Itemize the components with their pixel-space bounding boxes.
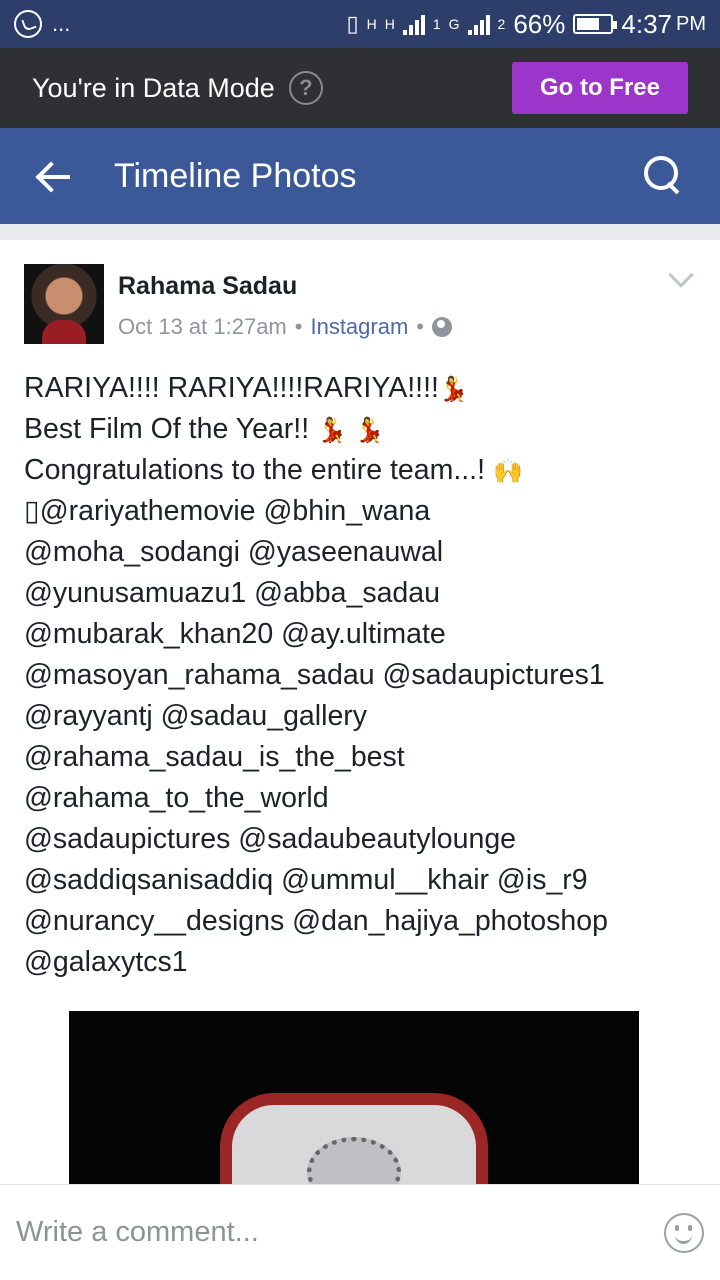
meta-separator-2: • [416, 314, 424, 339]
mention-line[interactable]: @nurancy__designs @dan_hajiya_photoshop [24, 901, 696, 942]
mention-line[interactable]: @rahama_sadau_is_the_best [24, 737, 696, 778]
post-header: Rahama Sadau Oct 13 at 1:27am • Instagra… [24, 262, 696, 346]
network-h1: H [366, 16, 377, 32]
chevron-down-icon[interactable] [668, 262, 694, 288]
search-icon[interactable] [642, 154, 686, 198]
globe-icon [432, 317, 452, 337]
post-source[interactable]: Instagram [310, 314, 408, 340]
mention-line[interactable]: @mubarak_khan20 @ay.ultimate [24, 614, 696, 655]
post-line: Best Film Of the Year!! 💃 💃 [24, 413, 385, 445]
data-mode-banner: You're in Data Mode ? Go to Free [0, 48, 720, 128]
notification-dots: ... [52, 11, 71, 36]
raised-hands-emoji-icon: 🙌 [492, 458, 523, 485]
post-date[interactable]: Oct 13 at 1:27am [118, 314, 287, 340]
status-bar: ... ▯ H H 1 G 2 66% 4:37 PM [0, 0, 720, 48]
post-photo[interactable] [69, 1011, 639, 1184]
clock-ampm: PM [676, 12, 706, 35]
post-line: RARIYA!!!! RARIYA!!!!RARIYA!!!!💃 [24, 372, 469, 404]
mention-line[interactable]: @yunusamuazu1 @abba_sadau [24, 573, 696, 614]
mention-line[interactable]: @sadaupictures @sadaubeautylounge [24, 819, 696, 860]
meta-separator-1: • [294, 314, 303, 339]
mention-line[interactable]: @saddiqsanisaddiq @ummul__khair @is_r9 [24, 860, 696, 901]
comment-input[interactable] [16, 1216, 616, 1249]
page-title: Timeline Photos [114, 156, 357, 195]
mention-line[interactable]: @rahama_to_the_world [24, 778, 696, 819]
post-line: Congratulations to the entire team...! 🙌 [24, 454, 523, 486]
app-bar: Timeline Photos [0, 128, 720, 224]
missing-glyph-icon: ▯ [24, 495, 40, 527]
mention-link[interactable]: @rariyathemovie @bhin_wana [40, 495, 431, 527]
battery-percent: 66% [513, 8, 566, 39]
post-meta: Oct 13 at 1:27am • Instagram • [118, 314, 452, 340]
dancer-emoji-icon: 💃 [354, 417, 385, 444]
sim-1: 1 [432, 16, 441, 32]
author-avatar[interactable] [24, 264, 104, 344]
post-line: ▯@rariyathemovie @bhin_wana [24, 491, 696, 532]
post-text: RARIYA!!!! RARIYA!!!!RARIYA!!!!💃 Best Fi… [24, 368, 696, 983]
emoji-smile-icon[interactable] [664, 1212, 704, 1253]
dancer-emoji-icon: 💃 [438, 376, 469, 403]
comment-bar [0, 1184, 720, 1280]
clock-time: 4:37 [621, 8, 672, 39]
dancer-emoji-icon: 💃 [317, 417, 347, 444]
vibrate-icon: ▯ [346, 11, 359, 36]
mention-line[interactable]: @masoyan_rahama_sadau @sadaupictures1 [24, 655, 696, 696]
mention-line[interactable]: @moha_sodangi @yaseenauwal [24, 532, 696, 573]
network-h2: H [384, 16, 395, 32]
signal-icon-2 [467, 13, 490, 35]
whatsapp-icon [14, 10, 42, 38]
go-to-free-button[interactable]: Go to Free [512, 62, 688, 114]
help-icon[interactable]: ? [288, 71, 323, 105]
mention-line[interactable]: @galaxytcs1 [24, 942, 696, 983]
post-card: Rahama Sadau Oct 13 at 1:27am • Instagra… [0, 240, 720, 1184]
network-g: G [448, 16, 460, 32]
back-arrow-icon[interactable] [34, 156, 74, 196]
signal-icon-1 [402, 13, 425, 35]
battery-icon [573, 14, 618, 34]
data-mode-text: You're in Data Mode [32, 72, 275, 103]
author-name[interactable]: Rahama Sadau [118, 272, 297, 301]
sim-2: 2 [497, 16, 506, 32]
mention-line[interactable]: @rayyantj @sadau_gallery [24, 696, 696, 737]
